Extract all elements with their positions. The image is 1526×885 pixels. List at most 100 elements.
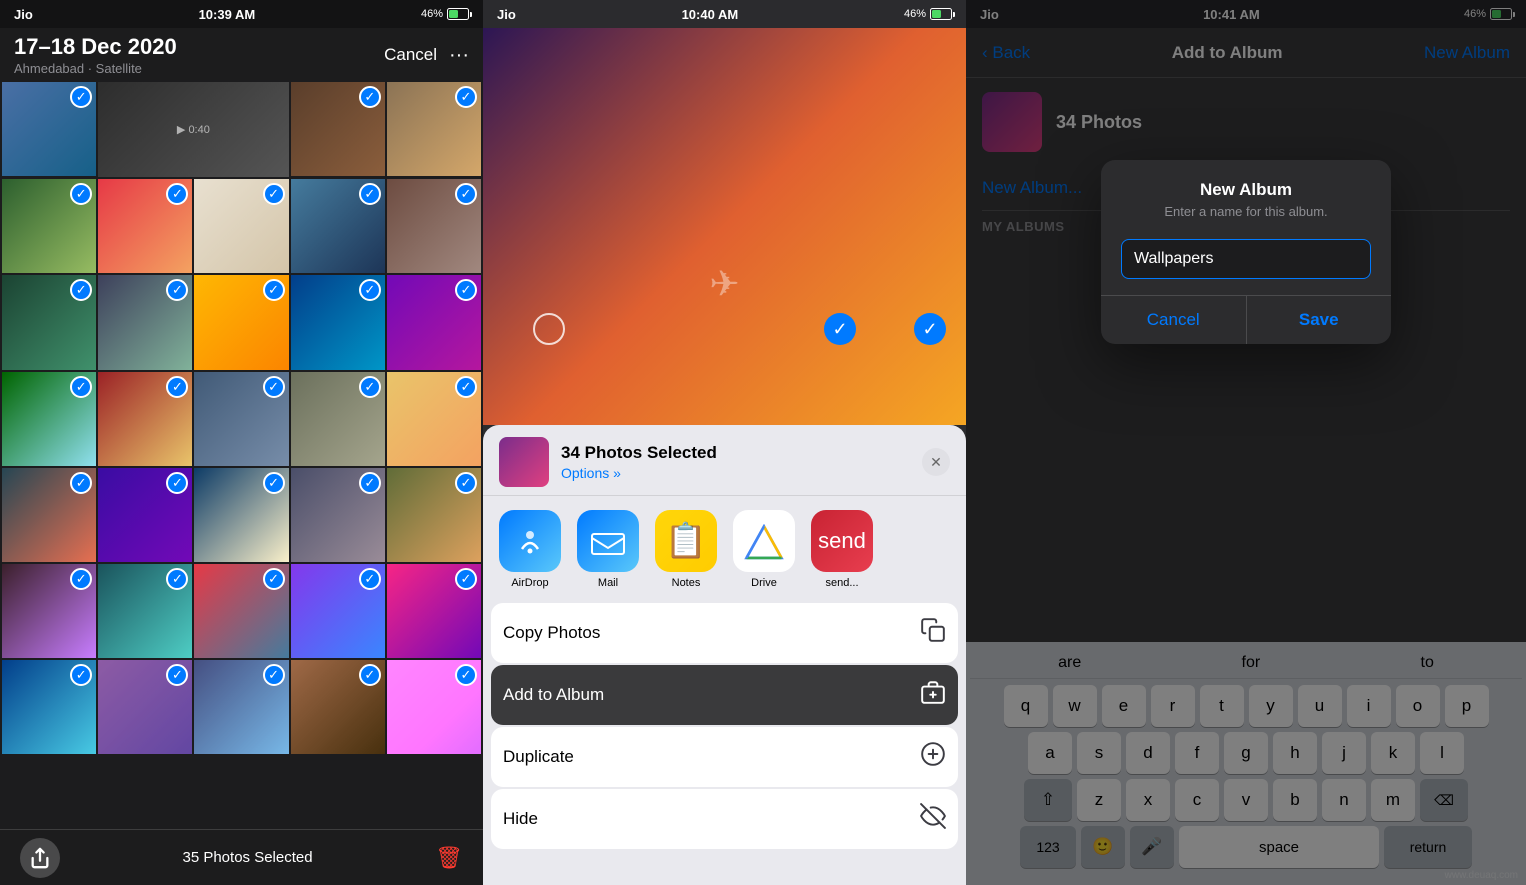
drive-icon [733,510,795,572]
duplicate-label: Duplicate [503,747,574,767]
selected-circle-1: ✓ [824,313,856,345]
photo-cell[interactable]: ✓ [2,82,96,176]
share-thumbnail [499,437,549,487]
album-name-input[interactable] [1121,239,1371,279]
photo-cell[interactable]: ✓ [2,468,96,562]
hide-label: Hide [503,809,538,829]
duplicate-action[interactable]: Duplicate [491,727,958,787]
copy-photos-icon [920,617,946,649]
photo-cell[interactable]: ✓ [387,660,481,754]
airdrop-app[interactable]: AirDrop [499,510,561,589]
panel-add-to-album: Jio 10:41 AM 46% ‹ Back Add to Album New… [966,0,1526,885]
photo-cell[interactable]: ✓ [194,660,288,754]
photo-cell[interactable]: ✓ [387,564,481,658]
photo-cell[interactable]: ✓ [194,564,288,658]
add-to-album-icon [920,679,946,711]
share-sheet: 34 Photos Selected Options » ✕ AirDrop [483,425,966,885]
photo-cell[interactable]: ✓ [291,660,385,754]
share-button[interactable] [20,838,60,878]
notes-app[interactable]: 📋 Notes [655,510,717,589]
carrier-2: Jio [497,7,516,22]
battery-icon-1 [447,8,469,20]
photo-header: 17–18 Dec 2020 Ahmedabad · Satellite Can… [0,28,483,80]
cancel-button[interactable]: Cancel [384,45,437,65]
dialog-title-area: New Album Enter a name for this album. [1101,160,1391,229]
photo-cell[interactable]: ✓ [2,372,96,466]
main-photo: ✈ [483,28,966,425]
mail-app[interactable]: Mail [577,510,639,589]
add-to-album-label: Add to Album [503,685,604,705]
photo-cell[interactable]: ✓ [2,564,96,658]
battery-2: 46% [904,8,952,20]
mail-icon [577,510,639,572]
drive-label: Drive [751,577,777,589]
panel-share-sheet: Jio 10:40 AM 46% ✈ ✓ ✓ 34 Photos Selecte… [483,0,966,885]
photo-cell[interactable]: ✓ [194,179,288,273]
hide-icon [920,803,946,835]
share-options-link[interactable]: Options » [561,465,910,481]
dialog-cancel-button[interactable]: Cancel [1101,296,1247,344]
share-sheet-header: 34 Photos Selected Options » ✕ [483,425,966,496]
duplicate-icon [920,741,946,773]
photo-grid: ✓ ▶ 0:40 ✓ ✓ ✓ ✓ ✓ ✓ ✓ ✓ ✓ ✓ ✓ ✓ ✓ ✓ ✓ ✓… [0,80,483,756]
photo-cell[interactable]: ✓ [2,275,96,369]
airdrop-icon [499,510,561,572]
photo-cell[interactable]: ✓ [387,82,481,176]
dialog-input-area [1101,229,1391,295]
more-icon: send [811,510,873,572]
panel-photo-grid: Jio 10:39 AM 46% 17–18 Dec 2020 Ahmedaba… [0,0,483,885]
add-to-album-action[interactable]: Add to Album [491,665,958,725]
photo-cell[interactable]: ✓ [387,468,481,562]
selected-count: 35 Photos Selected [182,849,312,866]
photo-cell[interactable]: ✓ [2,179,96,273]
battery-1: 46% [421,8,469,20]
photo-cell[interactable]: ✓ [387,275,481,369]
carrier-1: Jio [14,7,33,22]
new-album-dialog-overlay: New Album Enter a name for this album. C… [966,0,1526,885]
time-2: 10:40 AM [682,7,739,22]
delete-button[interactable]: 🗑 [435,845,463,871]
dialog-save-button[interactable]: Save [1247,296,1392,344]
photo-cell[interactable]: ✓ [98,275,192,369]
battery-icon-2 [930,8,952,20]
status-bar-1: Jio 10:39 AM 46% [0,0,483,28]
airdrop-label: AirDrop [511,577,548,589]
new-album-dialog: New Album Enter a name for this album. C… [1101,160,1391,344]
more-label: send... [825,577,858,589]
drive-app[interactable]: Drive [733,510,795,589]
photo-cell[interactable]: ✓ [98,468,192,562]
photo-cell[interactable]: ✓ [291,179,385,273]
date-range: 17–18 Dec 2020 Ahmedabad · Satellite [14,34,177,76]
copy-photos-label: Copy Photos [503,623,600,643]
selected-circle-2: ✓ [914,313,946,345]
notes-icon: 📋 [655,510,717,572]
copy-photos-action[interactable]: Copy Photos [491,603,958,663]
photo-cell[interactable]: ✓ [387,179,481,273]
photo-cell[interactable]: ✓ [194,468,288,562]
photo-cell[interactable]: ✓ [2,660,96,754]
more-button[interactable]: ··· [449,44,469,67]
photo-cell[interactable]: ✓ [387,372,481,466]
main-photo-area: ✈ ✓ ✓ [483,28,966,425]
photo-cell[interactable]: ✓ [291,82,385,176]
close-share-button[interactable]: ✕ [922,448,950,476]
share-apps-row: AirDrop Mail 📋 Notes [483,496,966,603]
photo-cell[interactable]: ✓ [98,372,192,466]
photo-cell[interactable]: ✓ [98,660,192,754]
photo-cell[interactable]: ✓ [291,372,385,466]
photo-cell[interactable]: ✓ [194,372,288,466]
photo-cell[interactable]: ✓ [98,179,192,273]
share-title: 34 Photos Selected [561,443,910,463]
hide-action[interactable]: Hide [491,789,958,849]
bottom-bar: 35 Photos Selected 🗑 [0,829,483,885]
notes-label: Notes [672,577,701,589]
photo-cell[interactable]: ✓ [291,275,385,369]
photo-cell[interactable]: ▶ 0:40 [98,82,288,177]
photo-cell[interactable]: ✓ [291,564,385,658]
photo-cell[interactable]: ✓ [291,468,385,562]
dialog-buttons: Cancel Save [1101,295,1391,344]
photo-cell[interactable]: ✓ [194,275,288,369]
photo-cell[interactable]: ✓ [98,564,192,658]
more-app[interactable]: send send... [811,510,873,589]
time-1: 10:39 AM [199,7,256,22]
